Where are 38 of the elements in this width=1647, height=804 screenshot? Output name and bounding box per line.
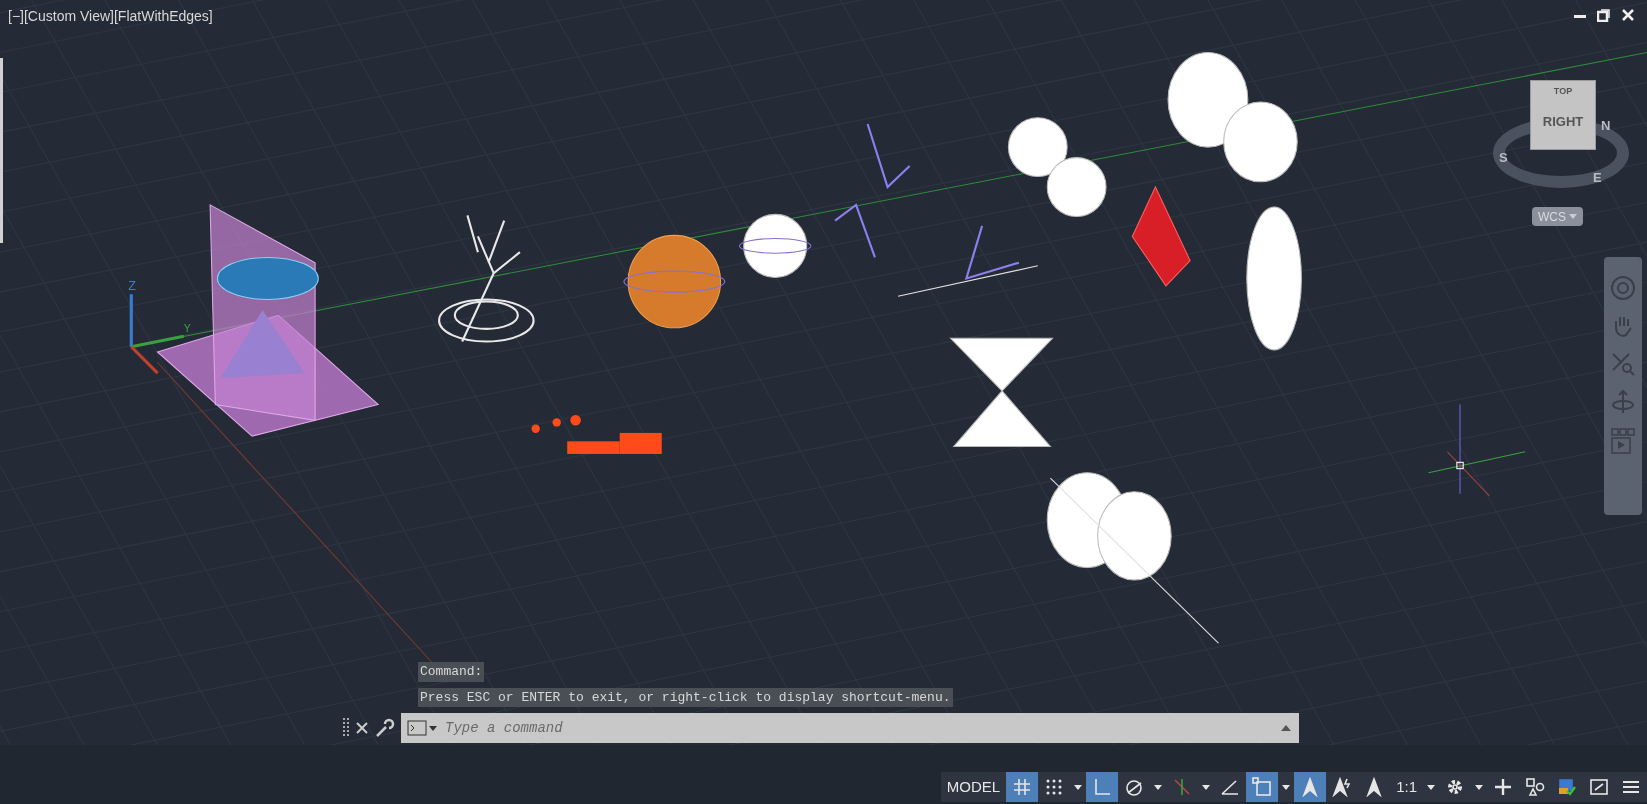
status-button[interactable]: MODEL: [940, 772, 1007, 802]
status-button[interactable]: 1:1: [1390, 772, 1423, 802]
close-icon[interactable]: [355, 721, 369, 735]
caret-icon[interactable]: [1281, 724, 1291, 732]
angle-icon: [1220, 777, 1241, 797]
cube-face-label[interactable]: RIGHT: [1542, 111, 1584, 131]
shapes-icon: [1525, 777, 1545, 797]
annotation-bolt-icon: [1332, 777, 1353, 797]
wrench-icon[interactable]: [375, 718, 395, 738]
hardware-check-icon: [1557, 777, 1577, 797]
terminal-icon: [407, 720, 437, 736]
compass-letter[interactable]: E: [1593, 168, 1602, 188]
compass-letter[interactable]: N: [1601, 116, 1611, 136]
command-input[interactable]: Type a command: [445, 717, 1273, 739]
caret-icon: [1073, 782, 1084, 792]
caret-icon: [1426, 782, 1436, 792]
caret-icon: [1474, 782, 1484, 792]
cube-face-label[interactable]: TOP: [1553, 85, 1573, 99]
grid-icon: [1012, 777, 1033, 797]
fullscreen-icon: [1589, 777, 1609, 797]
grip-icon[interactable]: [343, 717, 349, 739]
square-icon: [1252, 777, 1273, 797]
status-toggle[interactable]: [1246, 772, 1279, 802]
viewport-label[interactable]: [−][Custom View][FlatWithEdges]: [8, 6, 213, 27]
caret-icon: [1153, 782, 1164, 792]
restore-icon[interactable]: [1597, 8, 1611, 22]
compass-letter[interactable]: S: [1499, 148, 1508, 168]
command-bar[interactable]: Type a command: [401, 713, 1299, 743]
caret-icon: [1201, 782, 1212, 792]
caret-icon: [1281, 782, 1292, 792]
caret-icon: [1569, 213, 1577, 220]
corner-icon: [1092, 777, 1113, 797]
status-toggle[interactable]: [1294, 772, 1327, 802]
status-toggle[interactable]: [1086, 772, 1119, 802]
plus-icon: [1493, 777, 1513, 797]
settings-icon: [1445, 777, 1465, 797]
circle-angle-icon: [1124, 777, 1145, 797]
status-toggle[interactable]: [1006, 772, 1039, 802]
